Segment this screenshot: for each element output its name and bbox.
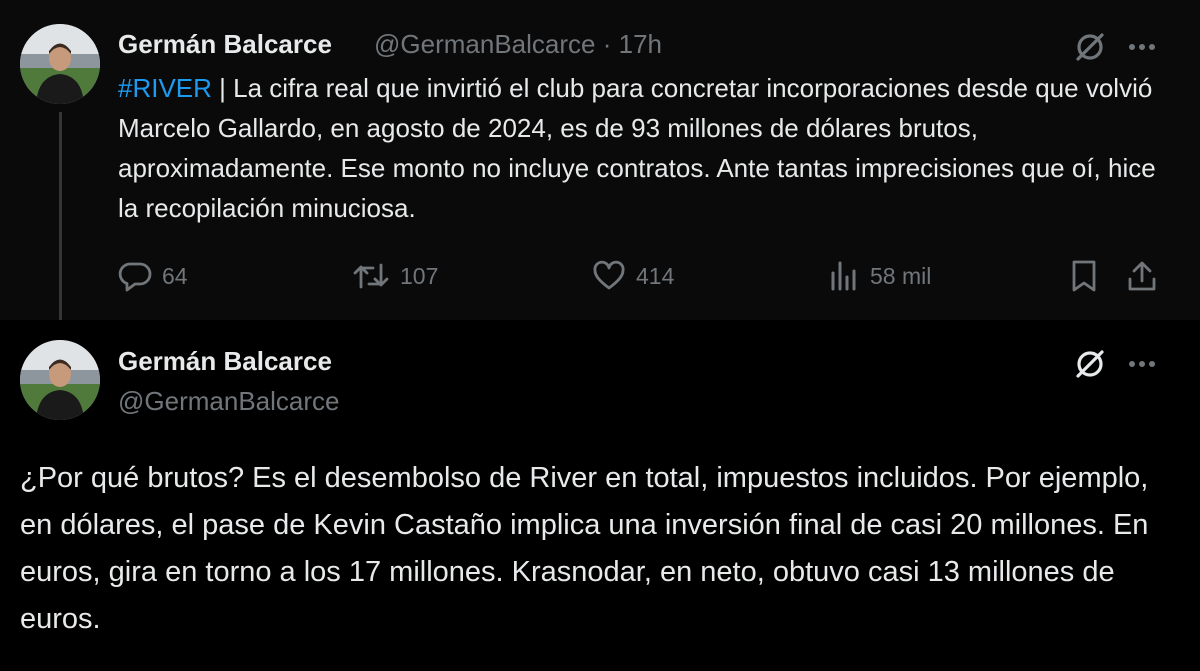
share-icon: [1128, 261, 1156, 291]
tweet-text-content: | La cifra real que invirtió el club par…: [118, 73, 1156, 223]
reply-icon: [118, 262, 152, 292]
thread-connector-line: [59, 112, 62, 332]
heart-icon: [593, 260, 625, 290]
grok-icon: [1076, 33, 1104, 61]
hashtag-link[interactable]: #RIVER: [118, 73, 212, 103]
author-handle[interactable]: @GermanBalcarce · 17h: [374, 29, 662, 60]
grok-icon: [1076, 350, 1104, 378]
author-handle[interactable]: @GermanBalcarce: [118, 386, 339, 417]
reply-button[interactable]: 64: [118, 256, 188, 296]
retweet-count: 107: [400, 262, 439, 289]
more-button[interactable]: [1122, 27, 1162, 67]
like-count: 414: [636, 262, 675, 289]
separator-dot: ·: [602, 29, 612, 59]
retweet-button[interactable]: 107: [352, 256, 438, 296]
views-icon: [831, 261, 856, 291]
avatar[interactable]: [20, 24, 100, 104]
views-count: 58 mil: [870, 262, 932, 289]
tweet-second[interactable]: Germán Balcarce @GermanBalcarce ¿Por qué…: [0, 320, 1200, 671]
tweet-text: #RIVER | La cifra real que invirtió el c…: [118, 68, 1178, 228]
grok-button[interactable]: [1070, 27, 1110, 67]
more-icon: [1129, 361, 1155, 367]
more-button[interactable]: [1122, 344, 1162, 384]
views-button[interactable]: 58 mil: [828, 256, 931, 296]
like-button[interactable]: 414: [592, 256, 674, 296]
bookmark-button[interactable]: [1064, 256, 1104, 296]
retweet-icon: [353, 263, 389, 289]
author-name[interactable]: Germán Balcarce: [118, 346, 332, 377]
bookmark-icon: [1072, 260, 1096, 292]
tweet-text: ¿Por qué brutos? Es el desembolso de Riv…: [20, 462, 1149, 635]
share-button[interactable]: [1122, 256, 1162, 296]
tweet-first[interactable]: Germán Balcarce @GermanBalcarce · 17h #R…: [0, 0, 1200, 320]
reply-count: 64: [162, 262, 188, 289]
avatar[interactable]: [20, 340, 100, 420]
grok-button[interactable]: [1070, 344, 1110, 384]
author-name[interactable]: Germán Balcarce: [118, 29, 332, 60]
tweet-time[interactable]: 17h: [619, 29, 662, 59]
more-icon: [1129, 44, 1155, 50]
author-handle-text[interactable]: @GermanBalcarce: [374, 29, 595, 59]
